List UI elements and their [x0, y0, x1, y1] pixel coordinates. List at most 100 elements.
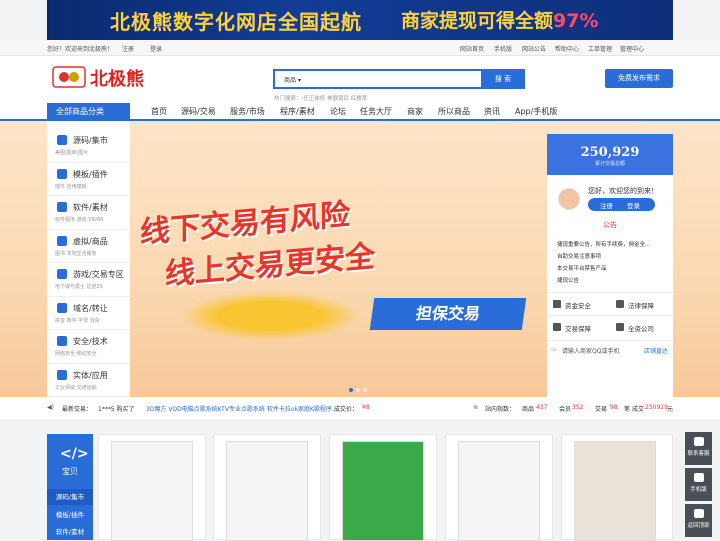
total-amount: 250929: [645, 404, 668, 411]
slider-dots[interactable]: [349, 386, 370, 394]
nav-item-all-goods[interactable]: 所以商品: [438, 106, 470, 117]
category-icon: [57, 369, 67, 380]
nav-item-forum[interactable]: 论坛: [330, 106, 346, 117]
topbar-link-notice[interactable]: 网站公告: [522, 44, 546, 53]
back-to-top-button[interactable]: 返回顶部: [685, 504, 712, 537]
contact-support-button[interactable]: 联系客服: [685, 432, 712, 465]
legal-guarantee-button[interactable]: 法律保障: [610, 292, 673, 314]
category-icon: [57, 269, 67, 279]
category-item[interactable]: 安全/技术 网络安全 移动安全: [47, 329, 130, 364]
hot-searches: 热门搜索： 任正装修 神器镜目 红楼梦: [274, 96, 368, 102]
search-category-select[interactable]: 商品 ▾: [284, 75, 301, 84]
product-thumbnail: [574, 441, 656, 541]
category-icon: [57, 135, 67, 145]
category-title: 软件/素材: [73, 203, 108, 212]
topbar-register-link[interactable]: 注册: [122, 44, 134, 53]
notice-item[interactable]: 捷现重要公告，所有手续费，佣金全...: [557, 240, 650, 248]
company-button[interactable]: 全资公司: [610, 315, 673, 337]
category-subtitle: 图书 本地生活服务: [55, 250, 97, 257]
shop-direct-form: ▭ 请输入商家QQ或手机 店铺直达: [547, 340, 673, 358]
hot-search-item[interactable]: 任正装修: [303, 96, 325, 102]
showcase-tab[interactable]: 软件/素材: [47, 524, 93, 540]
category-subtitle: 拼音 数字 字母 混杂: [55, 317, 100, 324]
topbar-login-link[interactable]: 登录: [150, 44, 162, 53]
category-item[interactable]: 软件/素材软件程序 游戏 VR/AR: [47, 195, 130, 230]
product-thumbnail: [342, 441, 424, 541]
slider-dot[interactable]: [363, 388, 367, 392]
slider-dot[interactable]: [356, 388, 360, 392]
product-thumbnail: [111, 441, 193, 541]
category-subtitle: 软件程序 游戏 VR/AR: [55, 217, 104, 223]
shop-direct-button[interactable]: 店铺直达: [644, 346, 668, 355]
trade-guarantee-button[interactable]: 交易保障: [547, 315, 610, 337]
search-button[interactable]: 搜 索: [481, 69, 525, 89]
category-item[interactable]: 实体/应用 工业领域 交通运输: [47, 363, 130, 397]
layers-icon: ≋: [473, 404, 479, 411]
product-card[interactable]: [445, 434, 553, 541]
category-title: 模板/插件: [73, 169, 108, 179]
trade-total-label: 累计交易总额: [594, 161, 625, 167]
product-card[interactable]: [98, 434, 206, 541]
site-logo[interactable]: 北极熊: [52, 65, 164, 90]
topbar-link-admin[interactable]: 管理中心: [620, 44, 644, 53]
guarantee-trade-banner[interactable]: 担保交易: [369, 298, 527, 330]
shield-icon: [553, 323, 561, 331]
publish-request-button[interactable]: 免费发布需求: [605, 69, 673, 88]
ticker-buyer: 1***5 购买了: [98, 406, 135, 413]
trade-total-stat: 250,929 累计交易总额: [547, 134, 673, 175]
hot-search-item[interactable]: 红楼梦: [351, 96, 368, 102]
top-ad-banner[interactable]: 北极熊数字化网店全国起航 商家提现可得全额97%: [47, 0, 673, 40]
nav-item-service[interactable]: 服务/市场: [230, 106, 265, 117]
nav-item-home[interactable]: 首页: [151, 106, 167, 117]
ticker-price: ¥8: [362, 404, 370, 411]
floating-sidebar: 联系客服 手机版 返回顶部: [685, 432, 712, 538]
ticker-done-label: 成交价：: [334, 406, 359, 413]
nav-item-tasks[interactable]: 任务大厅: [360, 106, 392, 117]
topbar-link-ticket[interactable]: 工单管理: [588, 44, 612, 53]
logo-text: 北极熊: [90, 69, 144, 90]
notice-item[interactable]: 本交易平台禁售产品: [557, 264, 607, 272]
search-box[interactable]: 商品 ▾ 搜 索: [273, 69, 525, 89]
all-categories-button[interactable]: 全部商品分类: [47, 103, 130, 121]
category-subtitle: 地下城与勇士 征途2S: [55, 284, 103, 290]
product-card[interactable]: [329, 434, 437, 541]
shop-search-input[interactable]: 请输入商家QQ或手机: [562, 346, 619, 355]
notice-item[interactable]: 捷现公告: [557, 276, 579, 284]
hot-search-item[interactable]: 神器镜目: [327, 96, 349, 102]
panel-login-button[interactable]: 登录: [627, 200, 640, 210]
product-card[interactable]: [213, 434, 321, 541]
topbar-link-home[interactable]: 网站首页: [460, 44, 484, 53]
nav-item-source[interactable]: 源码/交易: [181, 106, 216, 117]
category-item[interactable]: 域名/转让 拼音 数字 字母 混杂: [47, 296, 130, 330]
category-title: 源码/集市: [73, 136, 108, 145]
building-icon: [616, 323, 624, 331]
chat-icon: ▭: [551, 346, 557, 353]
category-item[interactable]: 游戏/交易专区 地下城与勇士 征途2S: [47, 262, 130, 297]
category-icon: [57, 235, 67, 246]
category-item[interactable]: 虚拟/商品图书 本地生活服务: [47, 229, 130, 263]
trade-ticker: ◀) 最新交易： 1***5 购买了 3D魔方 VOD电脑点歌系统KTV专业点歌…: [0, 397, 720, 419]
mobile-version-button[interactable]: 手机版: [685, 468, 712, 501]
nav-item-program[interactable]: 程序/素材: [280, 106, 315, 117]
ticker-item[interactable]: 3D魔方 VOD电脑点歌系统KTV专业点歌系统 软件卡拉ok家庭K歌程序...: [146, 404, 338, 413]
panel-register-button[interactable]: 注册: [600, 200, 613, 210]
scale-icon: [616, 300, 624, 308]
showcase-tab[interactable]: 源码/集市: [47, 489, 93, 505]
notice-item[interactable]: 自助交易注意事项: [557, 252, 601, 260]
nav-item-app[interactable]: App/手机版: [515, 106, 557, 117]
category-item[interactable]: 源码/集市 美图|图库|图片: [47, 128, 130, 163]
ticker-label: 最新交易：: [62, 406, 93, 413]
category-title: 虚拟/商品: [73, 236, 108, 246]
slider-dot[interactable]: [349, 388, 353, 392]
product-card[interactable]: [561, 434, 673, 541]
category-item[interactable]: 模板/插件 插件 应用模板: [47, 162, 130, 196]
phone-icon: [693, 473, 704, 482]
showcase-tab[interactable]: 模板/插件: [47, 507, 93, 523]
category-title: 实体/应用: [73, 370, 108, 380]
fund-safety-button[interactable]: 资金安全: [547, 292, 610, 314]
topbar-link-help[interactable]: 帮助中心: [555, 44, 579, 53]
topbar-link-mobile[interactable]: 手机版: [494, 44, 512, 53]
welcome-text: 您好！欢迎来到北极熊！: [47, 46, 114, 53]
nav-item-merchants[interactable]: 商家: [407, 106, 423, 117]
nav-item-news[interactable]: 资讯: [484, 106, 500, 117]
